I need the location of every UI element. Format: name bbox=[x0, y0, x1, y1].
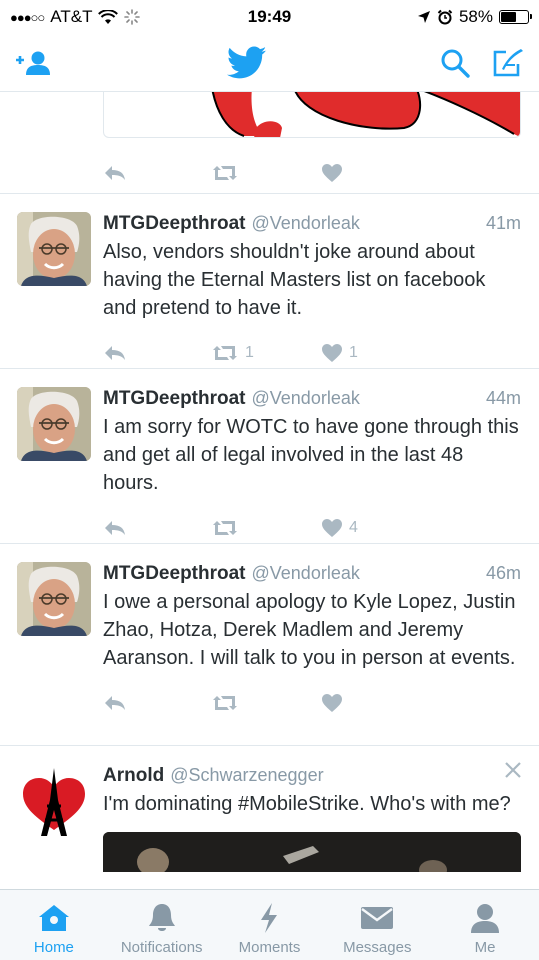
location-arrow-icon bbox=[417, 11, 430, 23]
heart-icon bbox=[322, 344, 342, 362]
reply-button[interactable] bbox=[103, 164, 211, 182]
like-button[interactable]: 4 bbox=[321, 518, 358, 538]
compose-icon[interactable] bbox=[491, 47, 525, 79]
retweet-count: 1 bbox=[245, 344, 254, 361]
retweet-icon bbox=[213, 346, 237, 360]
top-nav-bar bbox=[0, 34, 539, 92]
tweet-author-name[interactable]: Arnold bbox=[103, 763, 164, 789]
tweet-header: MTGDeepthroat @Vendorleak 41m bbox=[103, 210, 521, 237]
tab-notifications[interactable]: Notifications bbox=[108, 890, 216, 960]
tab-label: Home bbox=[33, 939, 74, 956]
retweet-icon bbox=[213, 696, 237, 710]
battery-percent: 58% bbox=[458, 7, 493, 26]
reply-icon bbox=[105, 346, 125, 360]
bottom-tab-bar: Home Notifications Moments Messages Me bbox=[0, 889, 539, 960]
heart-icon bbox=[322, 519, 342, 537]
add-user-icon[interactable] bbox=[14, 48, 54, 78]
status-left: ●●●○○ AT&T bbox=[10, 7, 141, 27]
avatar[interactable] bbox=[17, 562, 91, 636]
tweet-text: Also, vendors shouldn't joke around abou… bbox=[103, 241, 486, 319]
tweet-author-name[interactable]: MTGDeepthroat bbox=[103, 386, 246, 412]
signal-strength: ●●●○○ bbox=[10, 9, 45, 25]
tweet-author-name[interactable]: MTGDeepthroat bbox=[103, 211, 246, 237]
like-count: 4 bbox=[349, 519, 358, 536]
tweet[interactable]: MTGDeepthroat @Vendorleak 46m I owe a pe… bbox=[0, 544, 539, 746]
tweet-actions bbox=[103, 148, 343, 198]
tweet-header: Arnold @Schwarzenegger bbox=[103, 762, 521, 789]
avatar[interactable] bbox=[17, 764, 91, 838]
like-button[interactable] bbox=[321, 693, 349, 713]
tab-messages[interactable]: Messages bbox=[323, 890, 431, 960]
reply-button[interactable] bbox=[103, 344, 211, 362]
like-count: 1 bbox=[349, 344, 358, 361]
tweet-timestamp: 44m bbox=[485, 388, 521, 408]
timeline[interactable]: MTGDeepthroat @Vendorleak 41m Also, vend… bbox=[0, 92, 539, 889]
wifi-icon bbox=[98, 9, 119, 24]
person-icon bbox=[469, 901, 501, 935]
reply-button[interactable] bbox=[103, 694, 211, 712]
tweet-author-handle[interactable]: @Vendorleak bbox=[252, 560, 360, 586]
battery-level bbox=[501, 12, 517, 22]
bell-icon bbox=[147, 901, 177, 935]
heart-icon bbox=[322, 164, 342, 182]
tweet-media-image[interactable] bbox=[103, 92, 521, 138]
tweet-author-handle[interactable]: @Vendorleak bbox=[252, 385, 360, 411]
loading-spinner-icon bbox=[124, 9, 141, 25]
search-icon[interactable] bbox=[439, 47, 471, 79]
tab-label: Me bbox=[474, 939, 496, 956]
tweet-promoted[interactable]: Arnold @Schwarzenegger I'm dominating #M… bbox=[0, 746, 539, 889]
status-right: 58% bbox=[417, 7, 532, 27]
tab-me[interactable]: Me bbox=[431, 890, 539, 960]
retweet-icon bbox=[213, 521, 237, 535]
tweet-partial[interactable] bbox=[0, 92, 539, 194]
tab-moments[interactable]: Moments bbox=[216, 890, 324, 960]
clock: 19:49 bbox=[247, 7, 292, 26]
avatar[interactable] bbox=[17, 387, 91, 461]
retweet-button[interactable] bbox=[211, 164, 321, 182]
tab-home[interactable]: Home bbox=[0, 890, 108, 960]
tweet-author-handle[interactable]: @Vendorleak bbox=[252, 210, 360, 236]
tweet-text: I'm dominating #MobileStrike. Who's with… bbox=[103, 793, 511, 815]
tab-label: Messages bbox=[343, 939, 412, 956]
battery-icon bbox=[499, 10, 532, 24]
reply-icon bbox=[105, 166, 125, 180]
tweet-author-name[interactable]: MTGDeepthroat bbox=[103, 561, 246, 587]
heart-icon bbox=[322, 694, 342, 712]
close-icon[interactable] bbox=[503, 760, 523, 785]
nav-right-actions bbox=[439, 47, 525, 79]
tweet[interactable]: MTGDeepthroat @Vendorleak 44m I am sorry… bbox=[0, 369, 539, 544]
tweet-timestamp: 41m bbox=[485, 213, 521, 233]
tweet-text: I owe a personal apology to Kyle Lopez, … bbox=[103, 591, 516, 669]
retweet-button[interactable]: 1 bbox=[211, 344, 321, 362]
tweet-text: I am sorry for WOTC to have gone through… bbox=[103, 416, 519, 494]
reply-icon bbox=[105, 696, 125, 710]
reply-icon bbox=[105, 521, 125, 535]
retweet-button[interactable] bbox=[211, 519, 321, 537]
avatar[interactable] bbox=[17, 212, 91, 286]
tab-label: Notifications bbox=[120, 939, 203, 956]
retweet-icon bbox=[213, 166, 237, 180]
tweet-header: MTGDeepthroat @Vendorleak 44m bbox=[103, 385, 521, 412]
retweet-button[interactable] bbox=[211, 694, 321, 712]
like-button[interactable]: 1 bbox=[321, 343, 358, 363]
carrier-label: AT&T bbox=[50, 7, 93, 26]
like-button[interactable] bbox=[321, 163, 343, 183]
tweet-author-handle[interactable]: @Schwarzenegger bbox=[170, 762, 323, 788]
tweet[interactable]: MTGDeepthroat @Vendorleak 41m Also, vend… bbox=[0, 194, 539, 369]
tab-label: Moments bbox=[238, 939, 301, 956]
twitter-bird-icon[interactable] bbox=[226, 46, 267, 80]
alarm-icon bbox=[437, 9, 453, 25]
tweet-actions bbox=[103, 678, 521, 728]
tweet-header: MTGDeepthroat @Vendorleak 46m bbox=[103, 560, 521, 587]
home-icon bbox=[37, 901, 71, 935]
reply-button[interactable] bbox=[103, 519, 211, 537]
lightning-icon bbox=[257, 901, 281, 935]
envelope-icon bbox=[360, 901, 394, 935]
status-bar: ●●●○○ AT&T 19:49 58% bbox=[0, 0, 539, 34]
tweet-timestamp: 46m bbox=[485, 563, 521, 583]
tweet-media-image[interactable] bbox=[103, 832, 521, 872]
